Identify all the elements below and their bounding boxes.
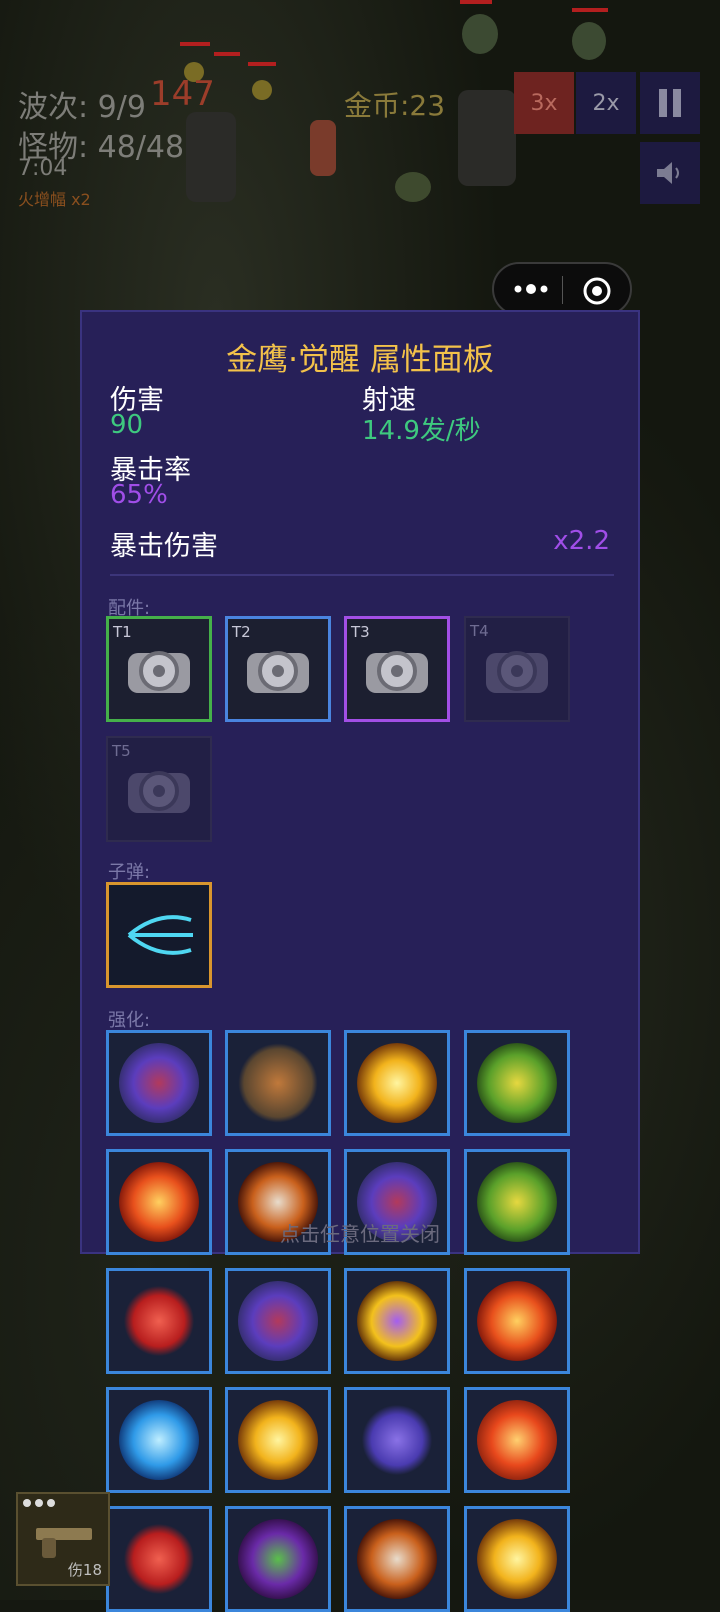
enhancement-slot[interactable]	[225, 1030, 331, 1136]
enhancement-slot[interactable]	[344, 1030, 450, 1136]
capsule-divider	[562, 276, 563, 304]
fist-arrow-icon	[119, 1519, 199, 1599]
enhancement-slot[interactable]	[344, 1506, 450, 1612]
enhancement-slot[interactable]	[225, 1268, 331, 1374]
miner-icon	[238, 1043, 318, 1123]
small-creature	[252, 80, 272, 100]
explosion-star-icon	[357, 1043, 437, 1123]
part-tier-label: T4	[470, 622, 489, 640]
close-hint: 点击任意位置关闭	[280, 1222, 440, 1246]
enemy-hp-bar	[248, 62, 276, 66]
enhancement-slot[interactable]	[106, 1268, 212, 1374]
crit-rate-value: 65%	[110, 480, 168, 510]
part-tier-label: T1	[113, 623, 132, 641]
more-menu-icon[interactable]	[514, 279, 548, 299]
zombie-enemy	[462, 14, 498, 54]
stats-divider	[110, 574, 614, 576]
speed-3x-button[interactable]: 3x	[514, 72, 574, 134]
armored-knight-enemy	[186, 112, 236, 202]
zombie-enemy	[395, 172, 431, 202]
bullet-slot[interactable]	[106, 882, 212, 988]
enhancement-slot[interactable]	[344, 1268, 450, 1374]
speed-2x-label: 2x	[592, 90, 620, 116]
part-tier-label: T5	[112, 742, 131, 760]
clone-figures-icon	[357, 1400, 437, 1480]
fire-punch-icon	[477, 1400, 557, 1480]
pause-button[interactable]	[640, 72, 700, 134]
flaming-skull-icon	[357, 1519, 437, 1599]
enhancement-slot[interactable]	[464, 1506, 570, 1612]
zombie-enemy	[572, 22, 606, 60]
enhancement-slot[interactable]	[344, 1387, 450, 1493]
damage-value: 90	[110, 410, 144, 440]
arrow-burst-icon	[357, 1281, 437, 1361]
hero-character	[310, 120, 336, 176]
enemy-hp-bar	[572, 8, 608, 12]
enhancement-slot[interactable]	[106, 1030, 212, 1136]
part-slot-t1[interactable]: T1	[106, 616, 212, 722]
equipped-weapon-slot[interactable]: 伤18	[16, 1492, 110, 1586]
skull-vortex-icon	[238, 1281, 318, 1361]
panel-title: 金鹰·觉醒 属性面板	[226, 342, 494, 378]
part-slot-t3[interactable]: T3	[344, 616, 450, 722]
skull-vortex-icon	[119, 1043, 199, 1123]
enhancement-slot[interactable]	[464, 1387, 570, 1493]
gold-counter: 金币:23	[344, 89, 446, 122]
enhance-section-label: 强化:	[108, 1010, 151, 1031]
zombie-portal-icon	[238, 1519, 318, 1599]
explosion-star-icon	[238, 1400, 318, 1480]
gear-engine-icon	[366, 651, 428, 693]
gear-engine-icon	[128, 651, 190, 693]
speed-3x-label: 3x	[530, 90, 558, 116]
miniprogram-capsule	[492, 262, 632, 316]
speaker-icon	[657, 162, 679, 184]
crit-damage-label: 暴击伤害	[110, 531, 218, 562]
fist-arrow-icon	[119, 1281, 199, 1361]
money-tree-icon	[477, 1043, 557, 1123]
part-slot-t4[interactable]: T4	[464, 616, 570, 722]
close-miniprogram-icon[interactable]	[582, 276, 612, 306]
gear-engine-icon	[128, 771, 190, 813]
pause-icon	[659, 89, 681, 117]
part-slot-t5[interactable]: T5	[106, 736, 212, 842]
explosion-star-icon	[477, 1519, 557, 1599]
fire-boost-label: 火增幅 x2	[18, 190, 91, 209]
wave-counter: 波次: 9/9	[18, 90, 146, 125]
sound-button[interactable]	[640, 142, 700, 204]
gear-engine-icon	[486, 651, 548, 693]
fireball-icon	[477, 1281, 557, 1361]
weapon-level-dots	[23, 1499, 55, 1507]
speed-2x-button[interactable]: 2x	[576, 72, 636, 134]
enemy-hp-bar	[180, 42, 210, 46]
armored-knight-enemy	[458, 90, 516, 186]
enhancement-slot[interactable]	[106, 1387, 212, 1493]
triple-arrow-bullet-icon	[127, 915, 193, 955]
enhancement-slot[interactable]	[464, 1268, 570, 1374]
enhancement-slot[interactable]	[464, 1030, 570, 1136]
enemy-hp-bar	[214, 52, 240, 56]
enemy-hp-bar	[460, 0, 492, 4]
timer: 7:04	[18, 156, 68, 181]
gear-engine-icon	[247, 651, 309, 693]
pistol-icon	[36, 1528, 92, 1558]
fire-rate-value: 14.9发/秒	[362, 416, 481, 446]
water-orb-icon	[119, 1400, 199, 1480]
damage-float-number: 147	[150, 74, 215, 114]
enhancement-slot[interactable]	[225, 1506, 331, 1612]
enhancement-slot[interactable]	[106, 1506, 212, 1612]
weapon-damage-label: 伤18	[67, 1561, 102, 1579]
part-tier-label: T2	[232, 623, 251, 641]
crit-damage-value: x2.2	[553, 526, 610, 556]
bullet-section-label: 子弹:	[108, 862, 151, 883]
part-slot-t2[interactable]: T2	[225, 616, 331, 722]
enhancement-slot[interactable]	[225, 1387, 331, 1493]
part-tier-label: T3	[351, 623, 370, 641]
